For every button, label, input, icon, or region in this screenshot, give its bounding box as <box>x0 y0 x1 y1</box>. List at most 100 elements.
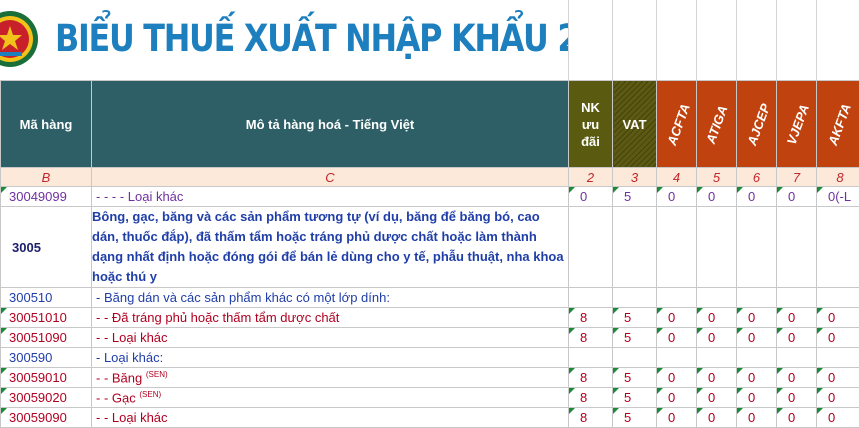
vat-rate-cell[interactable]: 5 <box>613 388 657 408</box>
index-cell[interactable]: 5 <box>697 168 737 187</box>
header-code[interactable]: Mã hàng <box>1 81 92 168</box>
description-cell[interactable]: Bông, gạc, băng và các sản phẩm tương tự… <box>92 207 569 288</box>
vat-rate-cell[interactable] <box>613 207 657 288</box>
index-cell[interactable]: B <box>1 168 92 187</box>
hs-code-cell[interactable]: 300590 <box>1 348 92 368</box>
header-acfta[interactable]: ACFTA <box>657 81 697 168</box>
hs-code-cell[interactable]: 300510 <box>1 288 92 308</box>
atiga-rate-cell[interactable] <box>697 288 737 308</box>
hs-code-cell[interactable]: 30059090 <box>1 408 92 428</box>
ajcep-rate-cell[interactable]: 0 <box>737 388 777 408</box>
vjepa-rate-cell[interactable]: 0 <box>777 308 817 328</box>
ajcep-rate-cell[interactable]: 0 <box>737 187 777 207</box>
hs-code-cell[interactable]: 30059010 <box>1 368 92 388</box>
atiga-rate-cell[interactable] <box>697 207 737 288</box>
acfta-rate-cell[interactable]: 0 <box>657 187 697 207</box>
index-cell[interactable]: 2 <box>569 168 613 187</box>
atiga-rate-cell[interactable]: 0 <box>697 187 737 207</box>
header-vat[interactable]: VAT <box>613 81 657 168</box>
ajcep-rate-cell[interactable]: 0 <box>737 308 777 328</box>
akfta-rate-cell[interactable] <box>817 288 859 308</box>
description-cell[interactable]: - - Loại khác <box>92 328 569 348</box>
vat-rate-cell[interactable]: 5 <box>613 368 657 388</box>
vjepa-rate-cell[interactable] <box>777 348 817 368</box>
index-cell[interactable]: 4 <box>657 168 697 187</box>
vjepa-rate-cell[interactable] <box>777 207 817 288</box>
atiga-rate-cell[interactable]: 0 <box>697 388 737 408</box>
atiga-rate-cell[interactable]: 0 <box>697 328 737 348</box>
nk-rate-cell[interactable] <box>569 207 613 288</box>
vjepa-rate-cell[interactable]: 0 <box>777 408 817 428</box>
akfta-rate-cell[interactable] <box>817 348 859 368</box>
vat-rate-cell[interactable]: 5 <box>613 328 657 348</box>
acfta-rate-cell[interactable]: 0 <box>657 388 697 408</box>
vat-rate-cell[interactable] <box>613 288 657 308</box>
header-ajcep[interactable]: AJCEP <box>737 81 777 168</box>
hs-code-cell[interactable]: 30051010 <box>1 308 92 328</box>
header-atiga[interactable]: ATIGA <box>697 81 737 168</box>
description-cell[interactable]: - - Đã tráng phủ hoặc thấm tẩm dược chất <box>92 308 569 328</box>
description-cell[interactable]: - Loại khác: <box>92 348 569 368</box>
hs-code-cell[interactable]: 30059020 <box>1 388 92 408</box>
nk-rate-cell[interactable]: 8 <box>569 368 613 388</box>
header-akfta[interactable]: AKFTA <box>817 81 859 168</box>
acfta-rate-cell[interactable] <box>657 348 697 368</box>
atiga-rate-cell[interactable]: 0 <box>697 368 737 388</box>
akfta-rate-cell[interactable]: 0 <box>817 388 859 408</box>
nk-rate-cell[interactable]: 8 <box>569 408 613 428</box>
vjepa-rate-cell[interactable]: 0 <box>777 368 817 388</box>
description-cell[interactable]: - - Gạc (SEN) <box>92 388 569 408</box>
akfta-rate-cell[interactable]: 0 <box>817 328 859 348</box>
vjepa-rate-cell[interactable] <box>777 288 817 308</box>
vat-rate-cell[interactable]: 5 <box>613 408 657 428</box>
index-cell[interactable]: C <box>92 168 569 187</box>
description-cell[interactable]: - Băng dán và các sản phẩm khác có một l… <box>92 288 569 308</box>
hs-code-cell[interactable]: 30049099 <box>1 187 92 207</box>
vjepa-rate-cell[interactable]: 0 <box>777 328 817 348</box>
ajcep-rate-cell[interactable]: 0 <box>737 408 777 428</box>
hs-code-cell[interactable]: 30051090 <box>1 328 92 348</box>
atiga-rate-cell[interactable] <box>697 348 737 368</box>
vjepa-rate-cell[interactable]: 0 <box>777 388 817 408</box>
acfta-rate-cell[interactable]: 0 <box>657 308 697 328</box>
acfta-rate-cell[interactable]: 0 <box>657 328 697 348</box>
vat-rate-cell[interactable]: 5 <box>613 187 657 207</box>
nk-rate-cell[interactable]: 8 <box>569 388 613 408</box>
vjepa-rate-cell[interactable]: 0 <box>777 187 817 207</box>
acfta-rate-cell[interactable] <box>657 288 697 308</box>
index-cell[interactable]: 7 <box>777 168 817 187</box>
header-vjepa[interactable]: VJEPA <box>777 81 817 168</box>
index-cell[interactable]: 6 <box>737 168 777 187</box>
nk-rate-cell[interactable]: 0 <box>569 187 613 207</box>
acfta-rate-cell[interactable] <box>657 207 697 288</box>
hs-code-cell[interactable]: 3005 <box>1 207 92 288</box>
ajcep-rate-cell[interactable]: 0 <box>737 328 777 348</box>
ajcep-rate-cell[interactable]: 0 <box>737 368 777 388</box>
atiga-rate-cell[interactable]: 0 <box>697 308 737 328</box>
akfta-rate-cell[interactable]: 0(-L <box>817 187 859 207</box>
ajcep-rate-cell[interactable] <box>737 288 777 308</box>
akfta-rate-cell[interactable]: 0 <box>817 368 859 388</box>
vat-rate-cell[interactable]: 5 <box>613 308 657 328</box>
akfta-rate-cell[interactable] <box>817 207 859 288</box>
nk-rate-cell[interactable]: 8 <box>569 308 613 328</box>
header-nk-uu-dai[interactable]: NK ưu đãi <box>569 81 613 168</box>
atiga-rate-cell[interactable]: 0 <box>697 408 737 428</box>
ajcep-rate-cell[interactable] <box>737 207 777 288</box>
ajcep-rate-cell[interactable] <box>737 348 777 368</box>
nk-rate-cell[interactable]: 8 <box>569 328 613 348</box>
acfta-rate-cell[interactable]: 0 <box>657 368 697 388</box>
index-cell[interactable]: 8 <box>817 168 859 187</box>
table-row: 30051090 - - Loại khác 8 5 0 0 0 0 0 <box>1 328 859 348</box>
nk-rate-cell[interactable] <box>569 348 613 368</box>
description-cell[interactable]: - - Băng (SEN) <box>92 368 569 388</box>
nk-rate-cell[interactable] <box>569 288 613 308</box>
header-description[interactable]: Mô tả hàng hoá - Tiếng Việt <box>92 81 569 168</box>
description-cell[interactable]: - - - - Loại khác <box>92 187 569 207</box>
index-cell[interactable]: 3 <box>613 168 657 187</box>
akfta-rate-cell[interactable]: 0 <box>817 408 859 428</box>
acfta-rate-cell[interactable]: 0 <box>657 408 697 428</box>
vat-rate-cell[interactable] <box>613 348 657 368</box>
akfta-rate-cell[interactable]: 0 <box>817 308 859 328</box>
description-cell[interactable]: - - Loại khác <box>92 408 569 428</box>
